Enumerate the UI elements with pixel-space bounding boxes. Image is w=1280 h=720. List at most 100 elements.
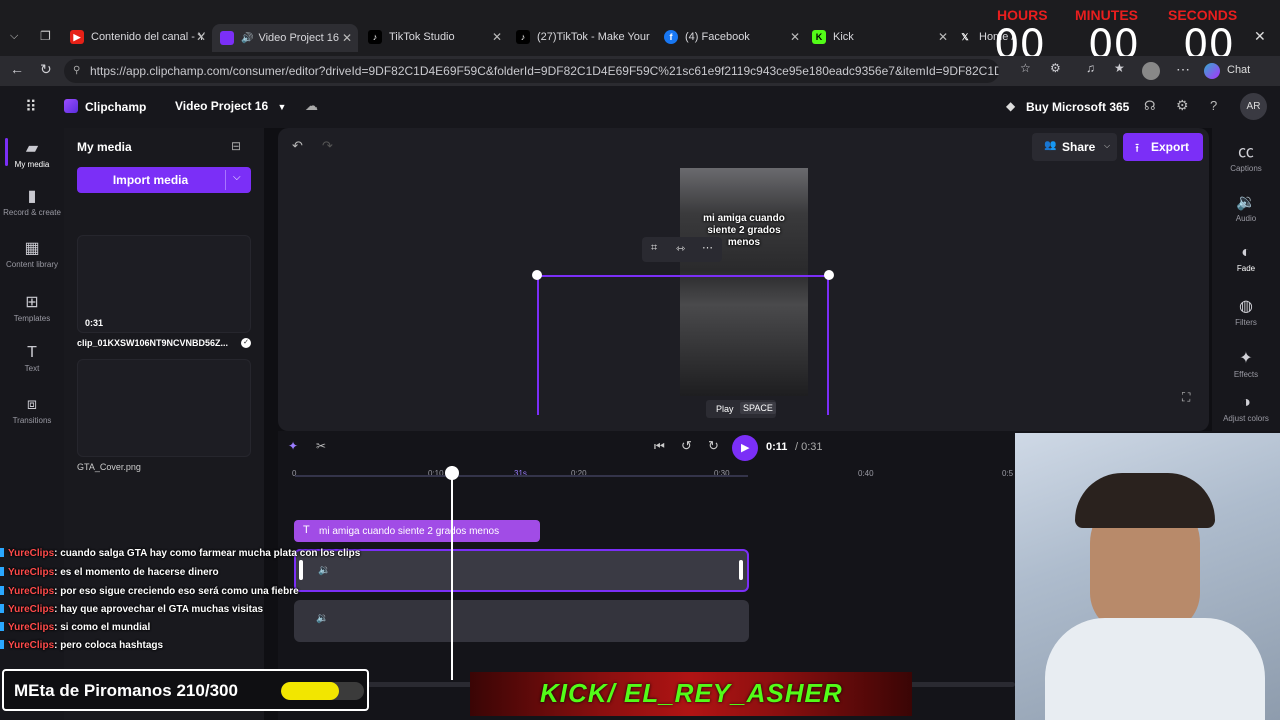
rail-text[interactable]: T Text bbox=[0, 344, 64, 373]
trim-handle-left[interactable] bbox=[299, 560, 303, 580]
rail-audio[interactable]: 🔉 Audio bbox=[1212, 192, 1280, 223]
project-name-dropdown[interactable]: Video Project 16 ▼ bbox=[175, 99, 286, 113]
profile-avatar[interactable] bbox=[1142, 62, 1160, 80]
user-avatar[interactable]: AR bbox=[1240, 93, 1267, 120]
playhead-line[interactable] bbox=[451, 466, 453, 680]
tab-kick[interactable]: K Kick ✕ bbox=[812, 26, 948, 48]
back-icon[interactable]: ← bbox=[10, 61, 24, 77]
chevron-down-icon[interactable]: ⌵ bbox=[233, 172, 241, 183]
close-icon[interactable]: ✕ bbox=[938, 30, 948, 44]
window-close-icon[interactable]: ✕ bbox=[1254, 28, 1266, 45]
rail-effects[interactable]: ✦ Effects bbox=[1212, 348, 1280, 379]
fullscreen-icon[interactable]: ⛶ bbox=[1182, 390, 1190, 405]
chat-text: : si como el mundial bbox=[54, 622, 151, 633]
rail-record-create[interactable]: ▮ Record & create bbox=[0, 186, 64, 217]
close-icon[interactable]: ✕ bbox=[790, 30, 800, 44]
text-clip[interactable]: T mi amiga cuando siente 2 grados menos bbox=[294, 520, 540, 542]
video-clip[interactable]: 🔉 bbox=[294, 549, 749, 592]
workspaces-icon[interactable]: ❐ bbox=[40, 29, 51, 43]
favorite-icon[interactable]: ☆ bbox=[1020, 61, 1031, 75]
tab-facebook[interactable]: f (4) Facebook ✕ bbox=[664, 26, 800, 48]
audio-clip[interactable]: 🔉 bbox=[294, 600, 749, 642]
selection-box[interactable] bbox=[537, 275, 829, 415]
fade-icon: ◐ bbox=[1241, 244, 1251, 261]
chat-message: YureClips: hay que aprovechar el GTA muc… bbox=[0, 604, 263, 615]
play-button[interactable]: ▶ bbox=[732, 435, 758, 461]
share-button[interactable]: 👥 Share ⌵ bbox=[1032, 133, 1117, 161]
help-icon[interactable]: ? bbox=[1210, 98, 1217, 113]
chat-button[interactable]: Chat bbox=[1227, 64, 1250, 76]
collapse-panel-icon[interactable]: ⊟ bbox=[231, 139, 241, 153]
streamer-shirt bbox=[1045, 618, 1265, 720]
tab-tiktok[interactable]: ♪ (27)TikTok - Make Your bbox=[516, 26, 656, 48]
more-icon[interactable]: ⋯ bbox=[702, 241, 713, 254]
chat-user: YureClips bbox=[8, 622, 55, 633]
collections-icon[interactable]: ★ bbox=[1114, 61, 1125, 75]
url-field[interactable]: ⚲ https://app.clipchamp.com/consumer/edi… bbox=[64, 59, 999, 83]
fit-icon[interactable]: ⇿ bbox=[676, 242, 685, 255]
extensions-icon[interactable]: ⚙ bbox=[1050, 61, 1061, 75]
goal-progress-track bbox=[281, 682, 364, 700]
split-scissors-icon[interactable]: ✂ bbox=[316, 439, 326, 453]
tab-label: Kick bbox=[833, 31, 854, 43]
speaker-icon[interactable]: 🔊 bbox=[241, 33, 253, 44]
close-icon[interactable]: ✕ bbox=[492, 30, 502, 44]
rail-filters[interactable]: ◍ Filters bbox=[1212, 296, 1280, 327]
crop-icon[interactable]: ⌗ bbox=[651, 242, 657, 255]
forward-5-icon[interactable]: ↻ bbox=[708, 438, 719, 454]
feedback-icon[interactable]: ☊ bbox=[1144, 98, 1156, 114]
undo-icon[interactable]: ↶ bbox=[292, 138, 303, 154]
rail-fade[interactable]: ◐ Fade bbox=[1212, 244, 1280, 273]
rail-my-media[interactable]: ▰ My media bbox=[0, 138, 64, 169]
rail-captions[interactable]: ㏄ Captions bbox=[1212, 138, 1280, 173]
chat-user: YureClips bbox=[8, 548, 55, 559]
resize-handle[interactable] bbox=[532, 270, 542, 280]
goal-text: MEta de Piromanos 210/300 bbox=[14, 681, 238, 700]
redo-icon[interactable]: ↷ bbox=[322, 138, 333, 154]
rail-content-library[interactable]: ▦ Content library bbox=[0, 238, 64, 269]
tab-tiktok-studio[interactable]: ♪ TikTok Studio ✕ bbox=[368, 26, 502, 48]
site-info-icon[interactable]: ⚲ bbox=[73, 59, 80, 83]
app-name: Clipchamp bbox=[85, 100, 147, 114]
tab-list-chevron-icon[interactable]: ⌵ bbox=[10, 30, 18, 43]
skip-back-icon[interactable]: ⏮ bbox=[654, 439, 665, 454]
close-icon[interactable]: ✕ bbox=[196, 30, 206, 44]
rail-templates[interactable]: ⊞ Templates bbox=[0, 292, 64, 323]
more-icon[interactable]: ⋯ bbox=[1176, 61, 1190, 78]
audio-icon[interactable]: 🔉 bbox=[318, 565, 330, 576]
resize-handle[interactable] bbox=[824, 270, 834, 280]
rewind-5-icon[interactable]: ↺ bbox=[681, 438, 692, 454]
rail-adjust-colors[interactable]: ◑ Adjust colors bbox=[1212, 394, 1280, 423]
playhead-handle[interactable] bbox=[445, 466, 459, 480]
app-header: ⠿ Clipchamp Video Project 16 ▼ ☁ ◆ Buy M… bbox=[0, 86, 1280, 128]
tab-label: Contenido del canal - Y bbox=[91, 31, 206, 43]
image-thumbnail[interactable] bbox=[77, 359, 251, 457]
cloud-offline-icon[interactable]: ☁ bbox=[305, 98, 318, 114]
tab-label: Video Project 16 bbox=[258, 32, 339, 44]
copilot-icon[interactable] bbox=[1204, 63, 1220, 79]
current-time: 0:11 bbox=[766, 441, 788, 453]
close-icon[interactable]: ✕ bbox=[342, 31, 352, 45]
media-icon[interactable]: ♫ bbox=[1086, 61, 1095, 75]
image-name: GTA_Cover.png bbox=[77, 462, 141, 472]
trim-handle-right[interactable] bbox=[739, 560, 743, 580]
captions-icon: ㏄ bbox=[1237, 144, 1254, 161]
clip-thumbnail[interactable]: 0:31 bbox=[77, 235, 251, 333]
reload-icon[interactable]: ↻ bbox=[40, 61, 52, 78]
timeline-ruler[interactable] bbox=[288, 467, 1015, 481]
chat-message: YureClips: pero coloca hashtags bbox=[0, 640, 163, 651]
url-text: https://app.clipchamp.com/consumer/edito… bbox=[90, 64, 999, 78]
app-launcher-icon[interactable]: ⠿ bbox=[25, 97, 37, 117]
tab-youtube[interactable]: ▶ Contenido del canal - Y ✕ bbox=[70, 26, 206, 48]
rail-transitions[interactable]: ⧈ Transitions bbox=[0, 396, 64, 425]
chat-bar bbox=[0, 586, 4, 595]
import-media-button[interactable]: Import media ⌵ bbox=[77, 167, 251, 193]
tab-clipchamp[interactable]: 🔊 Video Project 16 ✕ bbox=[212, 24, 358, 52]
audio-icon[interactable]: 🔉 bbox=[316, 613, 328, 624]
chat-user: YureClips bbox=[8, 640, 55, 651]
export-button[interactable]: ⭱ Export bbox=[1123, 133, 1203, 161]
ai-sparkle-icon[interactable]: ✦ bbox=[288, 439, 298, 453]
rail-label: Templates bbox=[13, 314, 51, 323]
settings-gear-icon[interactable]: ⚙ bbox=[1176, 97, 1189, 114]
buy-microsoft-button[interactable]: Buy Microsoft 365 bbox=[1026, 100, 1129, 114]
